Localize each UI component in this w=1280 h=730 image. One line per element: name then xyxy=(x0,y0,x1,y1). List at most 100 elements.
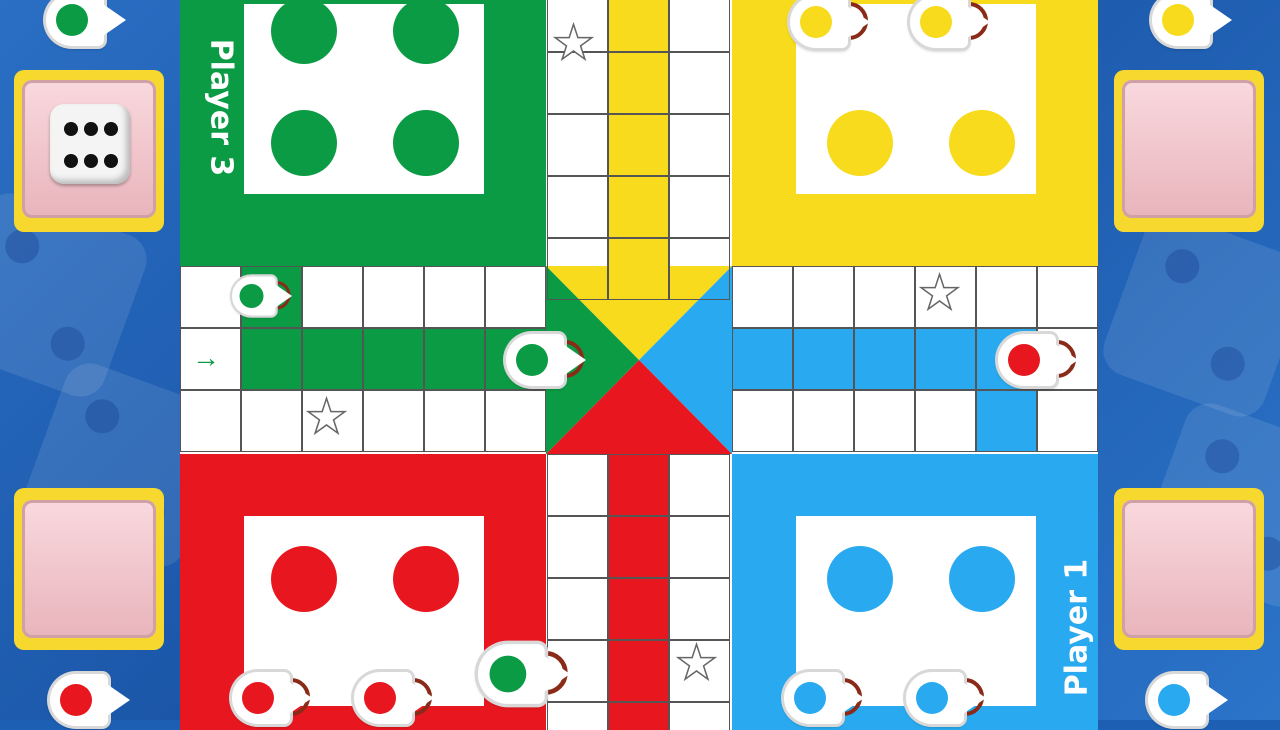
track-cell xyxy=(1037,390,1098,452)
track-cell xyxy=(547,578,608,640)
green-token[interactable] xyxy=(46,0,126,46)
track-cell xyxy=(547,238,608,300)
track-cell xyxy=(669,114,730,176)
dice-pip xyxy=(84,122,98,136)
dice-slot[interactable] xyxy=(22,80,156,218)
track-cell xyxy=(485,266,546,328)
red-token[interactable] xyxy=(232,672,312,724)
green-home-spot[interactable] xyxy=(271,0,337,64)
track-cell xyxy=(241,328,302,390)
track-cell xyxy=(732,390,793,452)
green-home-spot[interactable] xyxy=(271,110,337,176)
track-cell xyxy=(424,328,485,390)
track-cell xyxy=(608,0,669,52)
red-token[interactable] xyxy=(50,674,130,726)
safe-star-icon: ★ xyxy=(674,637,719,690)
track-cell xyxy=(669,0,730,52)
track-cell xyxy=(915,328,976,390)
green-home-spot[interactable] xyxy=(393,110,459,176)
track-cell xyxy=(608,702,669,730)
track-cell xyxy=(608,640,669,702)
track-cell xyxy=(363,390,424,452)
dice-pip xyxy=(64,154,78,168)
safe-star-icon: ★ xyxy=(551,17,596,70)
red-home-spot[interactable] xyxy=(271,546,337,612)
track-cell xyxy=(608,454,669,516)
track-cell xyxy=(976,266,1037,328)
red-home-spot[interactable] xyxy=(393,546,459,612)
dice-slot[interactable] xyxy=(1122,80,1256,218)
track-cell xyxy=(669,238,730,300)
track-cell xyxy=(424,390,485,452)
track-cell xyxy=(180,390,241,452)
track-cell xyxy=(854,390,915,452)
dice-icon[interactable] xyxy=(50,104,130,184)
track-cell xyxy=(547,114,608,176)
track-cell xyxy=(424,266,485,328)
player-3-label: Player 3 xyxy=(203,38,239,177)
track-cell xyxy=(608,52,669,114)
yellow-token[interactable] xyxy=(790,0,870,48)
yellow-home-spot[interactable] xyxy=(949,110,1015,176)
track-cell xyxy=(363,266,424,328)
player-1-label: Player 1 xyxy=(1059,558,1095,697)
track-cell xyxy=(669,176,730,238)
dice-pip xyxy=(64,122,78,136)
track-cell xyxy=(547,702,608,730)
player-1-dice-panel xyxy=(1114,488,1264,650)
track-cell xyxy=(608,238,669,300)
track-cell xyxy=(608,516,669,578)
safe-star-icon: ★ xyxy=(304,391,349,444)
dice-pip xyxy=(104,122,118,136)
track-cell xyxy=(669,454,730,516)
track-cell xyxy=(976,390,1037,452)
red-token[interactable] xyxy=(998,334,1078,386)
track-cell xyxy=(793,328,854,390)
track-cell xyxy=(547,454,608,516)
track-cell xyxy=(608,578,669,640)
player-2-dice-panel xyxy=(1114,70,1264,232)
track-cell xyxy=(547,516,608,578)
track-cell xyxy=(854,328,915,390)
green-yellow-stack-token[interactable] xyxy=(232,276,292,316)
track-cell xyxy=(547,176,608,238)
player-3-dice-panel xyxy=(14,70,164,232)
track-cell xyxy=(669,52,730,114)
dice-pip xyxy=(84,154,98,168)
blue-token[interactable] xyxy=(784,672,864,724)
red-token[interactable] xyxy=(354,672,434,724)
dice-pip xyxy=(104,154,118,168)
track-cell xyxy=(793,390,854,452)
dice-slot[interactable] xyxy=(22,500,156,638)
track-cell xyxy=(915,390,976,452)
track-cell xyxy=(608,114,669,176)
track-cell xyxy=(854,266,915,328)
safe-star-icon: ★ xyxy=(917,267,962,320)
blue-token[interactable] xyxy=(1148,674,1228,726)
track-cell xyxy=(485,390,546,452)
dice-slot[interactable] xyxy=(1122,500,1256,638)
track-cell xyxy=(363,328,424,390)
yellow-token[interactable] xyxy=(910,0,990,48)
track-cell xyxy=(669,578,730,640)
track-cell xyxy=(732,328,793,390)
yellow-token[interactable] xyxy=(1152,0,1232,46)
track-cell xyxy=(669,702,730,730)
yellow-home-spot[interactable] xyxy=(827,110,893,176)
ludo-board: ★ ★ ★ ★ → Player 3 Player 1 xyxy=(180,0,1098,730)
track-cell xyxy=(302,328,363,390)
blue-token[interactable] xyxy=(906,672,986,724)
green-token[interactable] xyxy=(478,644,571,704)
track-cell xyxy=(302,266,363,328)
track-cell xyxy=(1037,266,1098,328)
track-cell xyxy=(793,266,854,328)
track-cell xyxy=(241,390,302,452)
track-cell xyxy=(669,516,730,578)
blue-home-spot[interactable] xyxy=(827,546,893,612)
player-4-dice-panel xyxy=(14,488,164,650)
blue-home-spot[interactable] xyxy=(949,546,1015,612)
track-cell xyxy=(608,176,669,238)
track-cell xyxy=(732,266,793,328)
green-token[interactable] xyxy=(506,334,586,386)
green-home-spot[interactable] xyxy=(393,0,459,64)
